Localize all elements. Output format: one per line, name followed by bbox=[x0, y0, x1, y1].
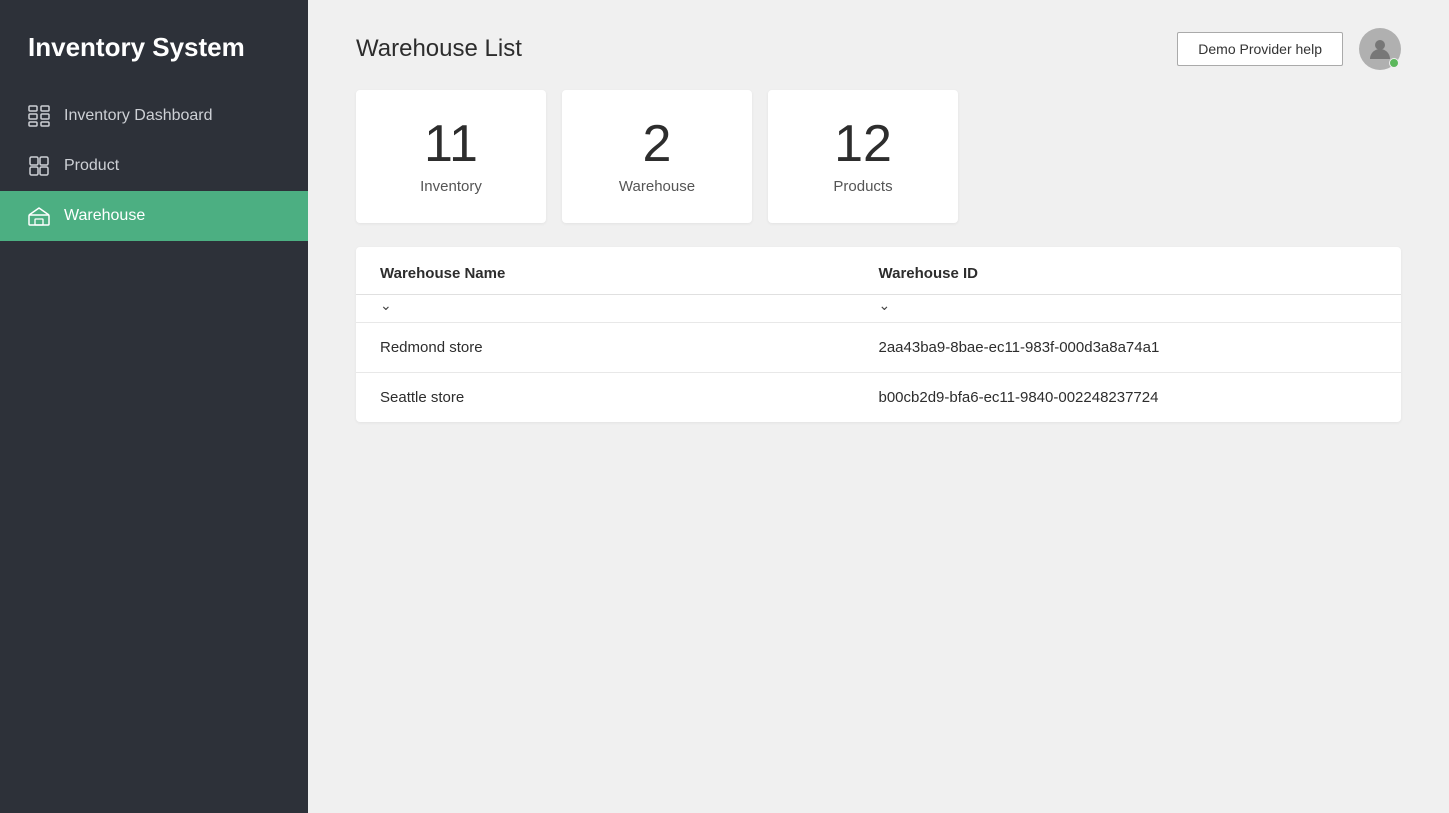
table-row[interactable]: Redmond store 2aa43ba9-8bae-ec11-983f-00… bbox=[356, 323, 1401, 373]
page-title: Warehouse List bbox=[356, 35, 522, 63]
sort-cell-name[interactable]: ⌄ bbox=[380, 295, 879, 322]
sidebar-item-label: Inventory Dashboard bbox=[64, 107, 213, 125]
sort-row: ⌄ ⌄ bbox=[356, 295, 1401, 323]
col-header-name: Warehouse Name bbox=[380, 265, 879, 282]
sidebar-nav: Inventory Dashboard Product bbox=[0, 91, 308, 241]
sidebar-item-label: Product bbox=[64, 157, 119, 175]
help-button[interactable]: Demo Provider help bbox=[1177, 32, 1343, 66]
warehouse-icon bbox=[28, 205, 50, 227]
sort-cell-id[interactable]: ⌄ bbox=[879, 295, 1378, 322]
table-body: ⌄ ⌄ Redmond store 2aa43ba9-8bae-ec11-983… bbox=[356, 295, 1401, 422]
stat-card-products: 12 Products bbox=[768, 90, 958, 223]
stat-label-warehouse: Warehouse bbox=[619, 178, 695, 195]
sidebar-item-warehouse[interactable]: Warehouse bbox=[0, 191, 308, 241]
main-content: Warehouse List Demo Provider help 11 Inv… bbox=[308, 0, 1449, 813]
app-title: Inventory System bbox=[0, 0, 308, 91]
dashboard-icon bbox=[28, 105, 50, 127]
table-row[interactable]: Seattle store b00cb2d9-bfa6-ec11-9840-00… bbox=[356, 373, 1401, 422]
warehouse-id-cell: b00cb2d9-bfa6-ec11-9840-002248237724 bbox=[879, 373, 1378, 422]
product-icon bbox=[28, 155, 50, 177]
main-header: Warehouse List Demo Provider help bbox=[308, 0, 1449, 90]
sidebar-item-inventory-dashboard[interactable]: Inventory Dashboard bbox=[0, 91, 308, 141]
stat-label-inventory: Inventory bbox=[420, 178, 482, 195]
stat-label-products: Products bbox=[833, 178, 892, 195]
chevron-down-icon: ⌄ bbox=[879, 297, 891, 314]
sidebar-item-product[interactable]: Product bbox=[0, 141, 308, 191]
stat-number-products: 12 bbox=[834, 118, 892, 170]
warehouse-name-cell: Seattle store bbox=[380, 373, 879, 422]
warehouse-name-cell: Redmond store bbox=[380, 323, 879, 372]
stat-card-inventory: 11 Inventory bbox=[356, 90, 546, 223]
sidebar: Inventory System Inventory Dashboard bbox=[0, 0, 308, 813]
user-avatar[interactable] bbox=[1359, 28, 1401, 70]
sidebar-item-label: Warehouse bbox=[64, 207, 145, 225]
stats-row: 11 Inventory 2 Warehouse 12 Products bbox=[308, 90, 1449, 247]
col-header-id: Warehouse ID bbox=[879, 265, 1378, 282]
header-right: Demo Provider help bbox=[1177, 28, 1401, 70]
stat-card-warehouse: 2 Warehouse bbox=[562, 90, 752, 223]
table-header: Warehouse Name Warehouse ID bbox=[356, 247, 1401, 295]
stat-number-inventory: 11 bbox=[424, 118, 478, 170]
warehouse-table: Warehouse Name Warehouse ID ⌄ ⌄ Redmond … bbox=[356, 247, 1401, 422]
warehouse-id-cell: 2aa43ba9-8bae-ec11-983f-000d3a8a74a1 bbox=[879, 323, 1378, 372]
stat-number-warehouse: 2 bbox=[643, 118, 672, 170]
online-indicator bbox=[1389, 58, 1399, 68]
chevron-down-icon: ⌄ bbox=[380, 297, 392, 314]
